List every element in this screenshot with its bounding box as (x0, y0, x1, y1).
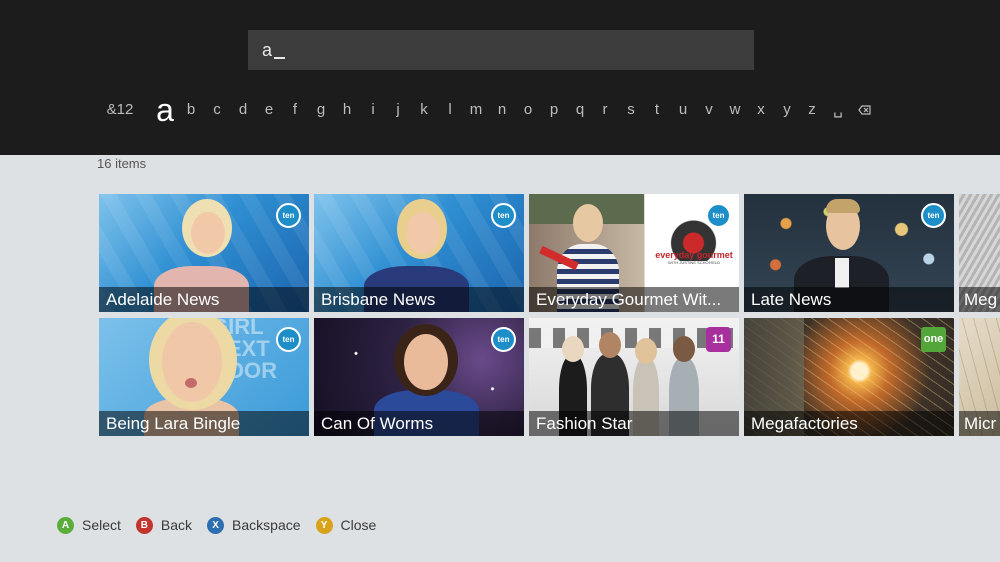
tile-title: Meg (959, 287, 1000, 312)
tile-title: Megafactories (744, 411, 954, 436)
result-tile[interactable]: Micr (959, 318, 1000, 436)
result-tile[interactable]: ten Brisbane News (314, 194, 524, 312)
result-tile[interactable]: 11 Fashion Star (529, 318, 739, 436)
key-o[interactable]: o (518, 88, 538, 132)
key-y[interactable]: y (777, 88, 797, 132)
key-space[interactable]: ␣ (828, 88, 848, 132)
result-tile[interactable]: Meg (959, 194, 1000, 312)
show-logo-text: everyday gourmet (655, 250, 733, 260)
search-query: a (262, 40, 273, 60)
channel-eleven-badge: 11 (706, 327, 731, 352)
tile-title: Fashion Star (529, 411, 739, 436)
hint-back[interactable]: B Back (135, 516, 193, 534)
key-x[interactable]: x (751, 88, 771, 132)
key-f[interactable]: f (285, 88, 305, 132)
tile-title: Being Lara Bingle (99, 411, 309, 436)
key-u[interactable]: u (673, 88, 693, 132)
b-button-icon: B (135, 516, 153, 534)
key-c[interactable]: c (207, 88, 227, 132)
hint-label: Back (160, 517, 193, 533)
result-tile[interactable]: ten Can Of Worms (314, 318, 524, 436)
channel-ten-badge: ten (491, 327, 516, 352)
key-p[interactable]: p (544, 88, 564, 132)
x-button-icon: X (207, 516, 225, 534)
hint-label: Backspace (232, 517, 301, 533)
key-m[interactable]: m (466, 88, 486, 132)
key-n[interactable]: n (492, 88, 512, 132)
results-count: 16 items (97, 156, 147, 171)
key-k[interactable]: k (414, 88, 434, 132)
search-input[interactable]: a (248, 30, 754, 70)
key-q[interactable]: q (570, 88, 590, 132)
key-a[interactable]: a (150, 88, 180, 132)
channel-one-badge: one (921, 327, 946, 352)
result-tile[interactable]: one Megafactories (744, 318, 954, 436)
channel-ten-badge: ten (921, 203, 946, 228)
key-s[interactable]: s (621, 88, 641, 132)
key-backspace[interactable] (854, 88, 874, 132)
result-tile[interactable]: ten Late News (744, 194, 954, 312)
y-button-icon: Y (315, 516, 333, 534)
key-v[interactable]: v (699, 88, 719, 132)
tile-title: Micr (959, 411, 1000, 436)
key-t[interactable]: t (647, 88, 667, 132)
key-r[interactable]: r (595, 88, 615, 132)
result-tile[interactable]: ten Adelaide News (99, 194, 309, 312)
key-i[interactable]: i (363, 88, 383, 132)
channel-ten-badge: ten (706, 203, 731, 228)
key-j[interactable]: j (388, 88, 408, 132)
tile-title: Everyday Gourmet Wit... (529, 287, 739, 312)
key-l[interactable]: l (440, 88, 460, 132)
backspace-icon (857, 105, 871, 115)
channel-ten-badge: ten (276, 203, 301, 228)
key-w[interactable]: w (725, 88, 745, 132)
key-b[interactable]: b (181, 88, 201, 132)
tile-title: Late News (744, 287, 954, 312)
key-d[interactable]: d (233, 88, 253, 132)
hint-select[interactable]: A Select (57, 516, 121, 534)
show-logo-subtext: WITH JUSTINE SCHOFIELD (667, 260, 720, 265)
a-button-icon: A (57, 516, 74, 534)
hint-label: Select (82, 517, 121, 533)
hint-backspace[interactable]: X Backspace (207, 516, 301, 534)
text-cursor (274, 57, 286, 59)
hint-label: Close (340, 517, 377, 533)
tile-title: Can Of Worms (314, 411, 524, 436)
search-panel: a &12 a b c d e f g h i j k l m n o p q … (0, 0, 1000, 155)
key-h[interactable]: h (337, 88, 357, 132)
result-tile[interactable]: everyday gourmet WITH JUSTINE SCHOFIELD … (529, 194, 739, 312)
key-symbols[interactable]: &12 (105, 88, 135, 132)
channel-ten-badge: ten (276, 327, 301, 352)
result-tile[interactable]: GIRL NEXT DOOR ten Being Lara Bingle (99, 318, 309, 436)
tile-title: Brisbane News (314, 287, 524, 312)
key-g[interactable]: g (311, 88, 331, 132)
channel-ten-badge: ten (491, 203, 516, 228)
key-z[interactable]: z (802, 88, 822, 132)
hint-close[interactable]: Y Close (315, 516, 377, 534)
controller-hints: A Select B Back X Backspace Y Close (57, 514, 391, 536)
key-e[interactable]: e (259, 88, 279, 132)
tile-title: Adelaide News (99, 287, 309, 312)
on-screen-keyboard: &12 a b c d e f g h i j k l m n o p q r … (100, 88, 890, 132)
